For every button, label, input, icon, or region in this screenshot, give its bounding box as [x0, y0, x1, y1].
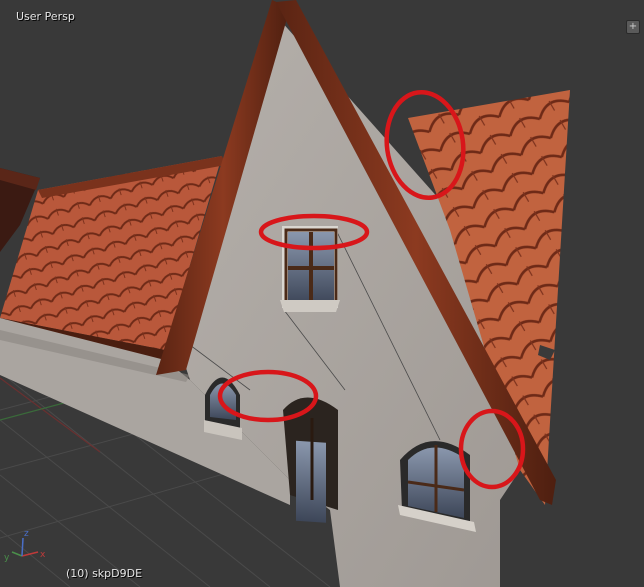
upper-window [280, 226, 340, 312]
gizmo-x-label: x [40, 550, 46, 560]
view-name-label: User Persp [16, 10, 75, 23]
gizmo-z-label: z [24, 529, 29, 539]
plus-icon[interactable]: + [626, 20, 640, 34]
3d-viewport[interactable]: x y z User Persp + (10) skpD9DE [0, 0, 644, 587]
gizmo-y-label: y [4, 553, 10, 563]
object-info-label: (10) skpD9DE [66, 567, 143, 580]
scene-render[interactable]: x y z [0, 0, 644, 587]
